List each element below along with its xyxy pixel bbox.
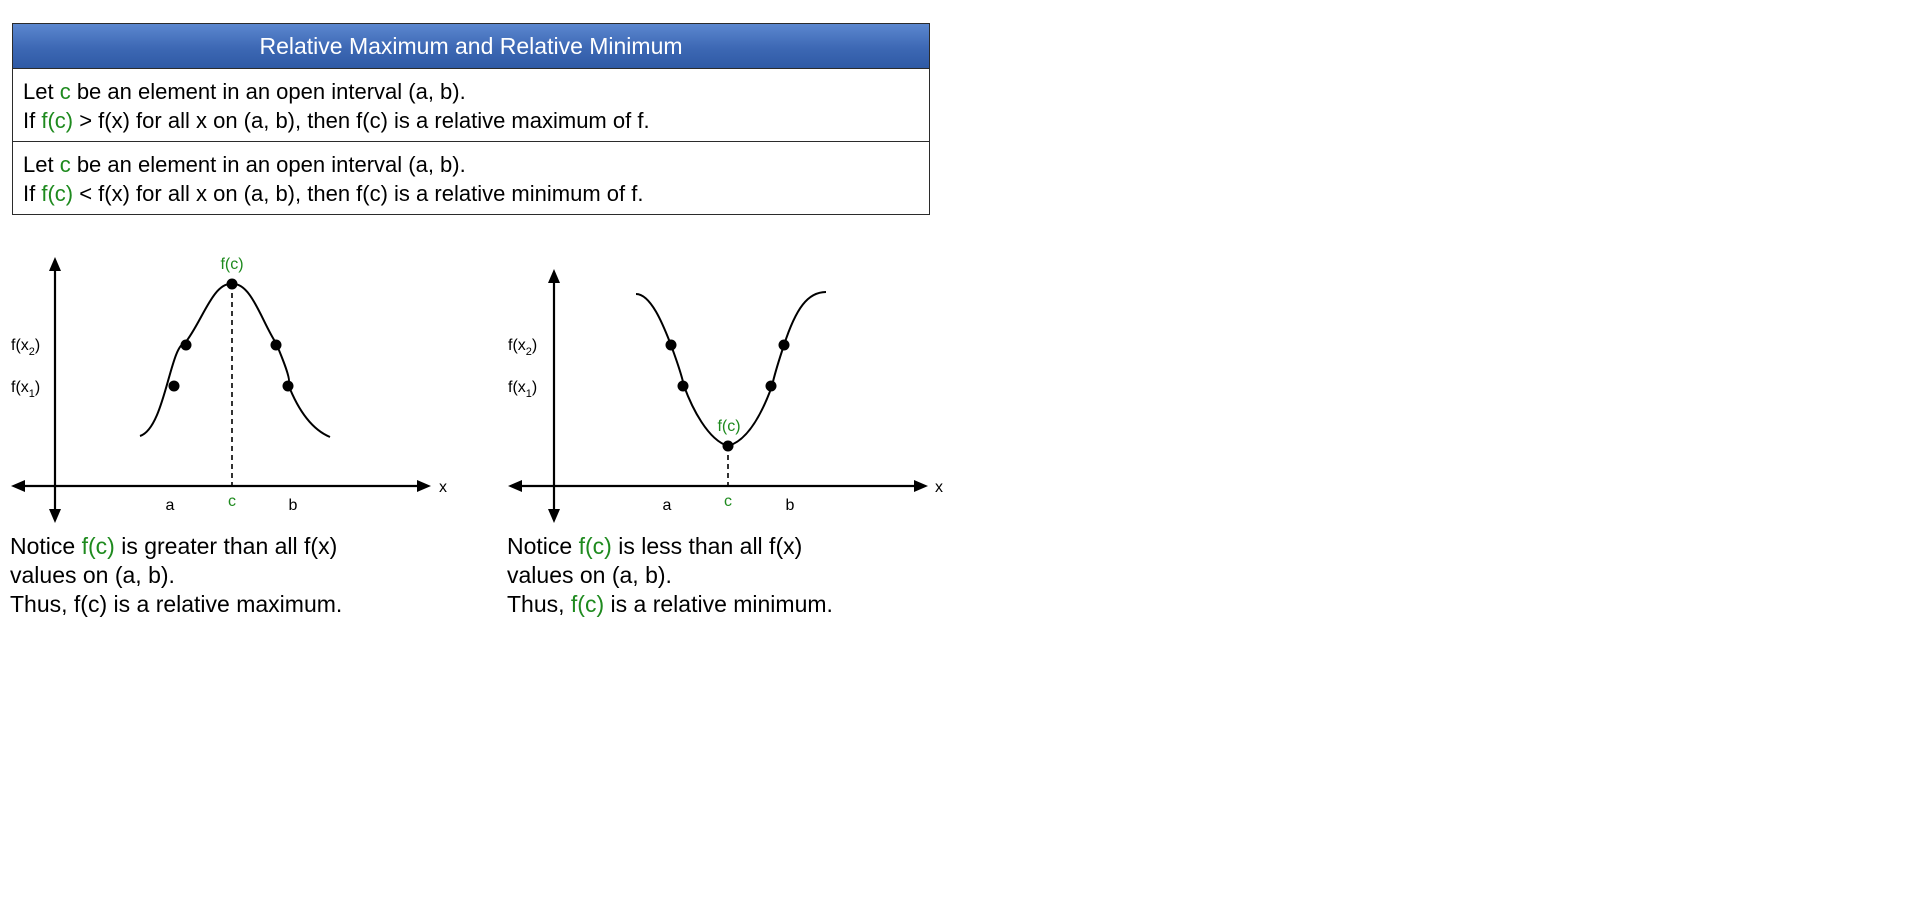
point-left-fx1 [677, 380, 689, 392]
definition-table-title: Relative Maximum and Relative Minimum [13, 24, 929, 69]
fx1-label: f(x1) [508, 379, 537, 400]
relative-minimum-definition: Let c be an element in an open interval … [13, 141, 929, 214]
point-fc [722, 440, 734, 452]
x-axis [508, 480, 928, 492]
point-fc [226, 278, 238, 290]
relative-maximum-definition: Let c be an element in an open interval … [13, 69, 929, 141]
x-axis-label: x [439, 479, 447, 496]
max-definition-line-2: If f(c) > f(x) for all x on (a, b), then… [23, 108, 650, 133]
fx2-label: f(x2) [508, 337, 537, 358]
point-left-fx2 [180, 339, 192, 351]
point-right-fx1 [765, 380, 777, 392]
maximum-curve [139, 282, 331, 438]
point-right-fx1 [282, 380, 294, 392]
point-right-fx2 [270, 339, 282, 351]
minimum-caption-line-2: values on (a, b). [507, 562, 672, 588]
fc-highlight: f(c) [81, 533, 115, 559]
definition-table: Relative Maximum and Relative Minimum Le… [12, 23, 930, 215]
min-definition-line-2: If f(c) < f(x) for all x on (a, b), then… [23, 181, 644, 206]
x-axis [11, 480, 431, 492]
maximum-caption: Notice f(c) is greater than all f(x) val… [10, 532, 342, 619]
maximum-caption-line-1: Notice f(c) is greater than all f(x) [10, 533, 338, 559]
fc-highlight: f(c) [41, 181, 74, 206]
fx1-label: f(x1) [11, 379, 40, 400]
fc-highlight: f(c) [578, 533, 612, 559]
a-tick-label: a [663, 497, 672, 514]
point-left-fx1 [168, 380, 180, 392]
fx2-label: f(x2) [11, 337, 40, 358]
max-definition-line-1: Let c be an element in an open interval … [23, 79, 466, 104]
fc-highlight: f(c) [41, 108, 74, 133]
c-highlight: c [59, 79, 71, 104]
minimum-caption-line-1: Notice f(c) is less than all f(x) [507, 533, 803, 559]
y-axis [49, 257, 61, 523]
maximum-caption-line-3: Thus, f(c) is a relative maximum. [10, 591, 343, 617]
point-right-fx2 [778, 339, 790, 351]
c-highlight: c [59, 152, 71, 177]
fc-label: f(c) [220, 256, 243, 273]
point-left-fx2 [665, 339, 677, 351]
relative-minimum-graph: f(c) f(x2) f(x1) a c b x [508, 269, 943, 523]
b-tick-label: b [289, 497, 298, 514]
fc-label: f(c) [717, 418, 740, 435]
x-axis-label: x [935, 479, 943, 496]
relative-maximum-graph: f(c) f(x2) f(x1) a c b x [11, 256, 447, 523]
a-tick-label: a [166, 497, 175, 514]
b-tick-label: b [786, 497, 795, 514]
fc-highlight: f(c) [570, 591, 605, 617]
c-tick-label: c [228, 493, 236, 510]
min-definition-line-1: Let c be an element in an open interval … [23, 152, 466, 177]
minimum-caption: Notice f(c) is less than all f(x) values… [507, 532, 833, 619]
minimum-caption-line-3: Thus, f(c) is a relative minimum. [507, 591, 833, 617]
maximum-caption-line-2: values on (a, b). [10, 562, 175, 588]
c-tick-label: c [724, 493, 732, 510]
